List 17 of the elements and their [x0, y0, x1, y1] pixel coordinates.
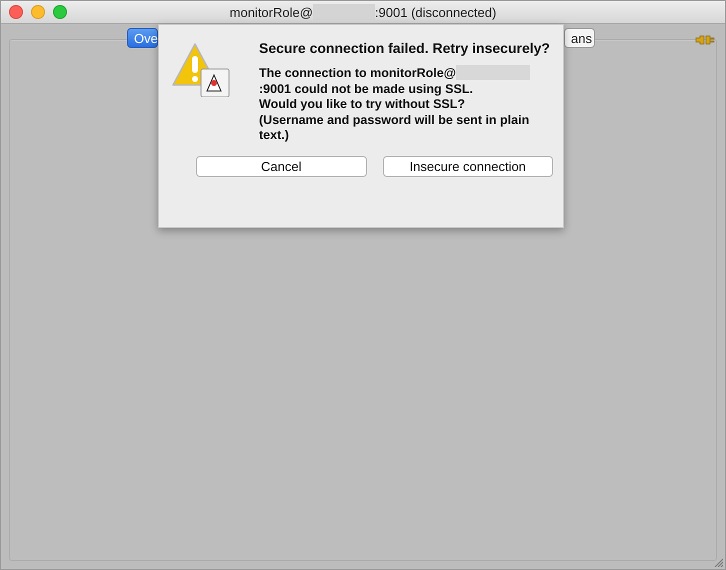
tab[interactable]: Ove — [127, 28, 158, 48]
resize-grip-icon[interactable] — [713, 557, 723, 567]
insecure-connection-button[interactable]: Insecure connection — [382, 156, 553, 176]
tab[interactable]: ans — [564, 28, 595, 48]
window-title: :9001 (disconnected) — [374, 4, 496, 20]
dialog-note: (Username and password will be sent in plain text.) — [259, 112, 530, 144]
zoom-icon[interactable] — [53, 5, 67, 19]
redaction-bar — [312, 4, 375, 20]
window-title: monitorRole@ — [230, 4, 313, 20]
plug-icon[interactable] — [695, 34, 715, 46]
dialog-heading: Secure connection failed. Retry insecurely? — [259, 39, 551, 57]
dialog-message: The connection to monitorRole@ :9001 could not be made using SSL. — [259, 65, 555, 97]
cancel-button[interactable]: Cancel — [196, 156, 366, 176]
dialog-question: Would you like to try without SSL? — [259, 97, 466, 112]
close-icon[interactable] — [9, 5, 23, 19]
warning-icon — [171, 41, 231, 97]
minimize-icon[interactable] — [31, 5, 45, 19]
